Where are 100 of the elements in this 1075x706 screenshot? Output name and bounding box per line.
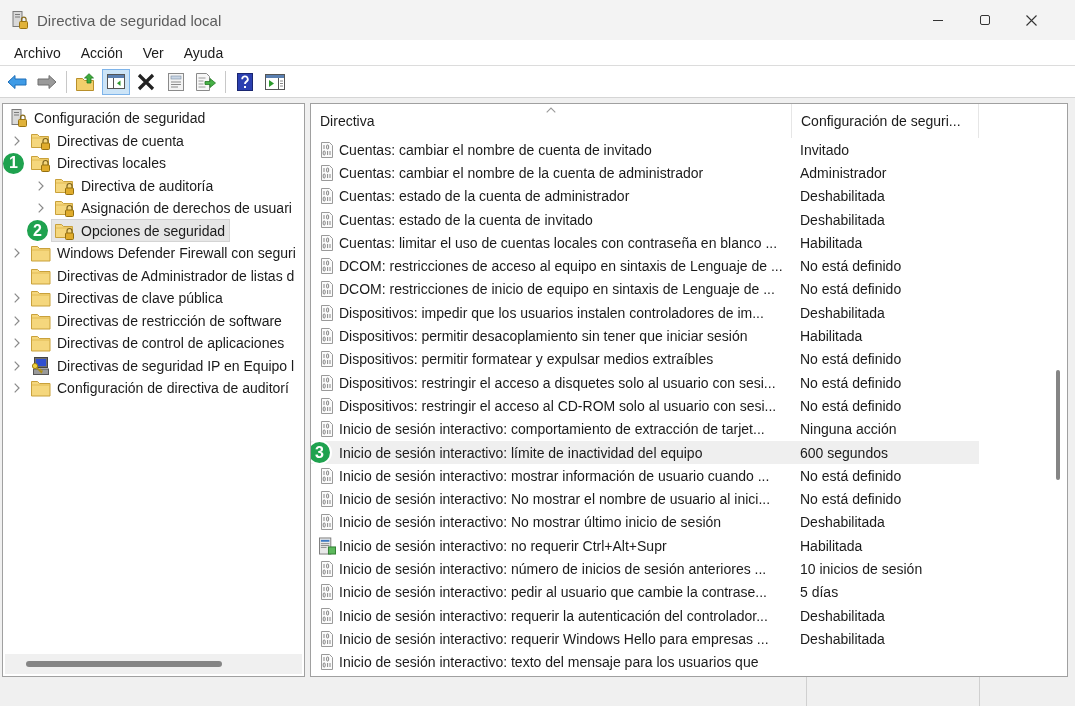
- policy-row[interactable]: Inicio de sesión interactivo: pedir al usuario que cambie la contrase... 5 días: [311, 580, 979, 604]
- locked-folder-icon: [31, 131, 51, 150]
- policy-name: Cuentas: cambiar el nombre de la cuenta de administrador: [339, 164, 704, 181]
- document-tile-icon: [319, 536, 336, 555]
- tree-item[interactable]: Configuración de directiva de auditorí: [27, 376, 294, 400]
- policy-row[interactable]: Dispositivos: impedir que los usuarios instalen controladores de im... Deshabilitada: [311, 301, 979, 325]
- binary-document-icon: [319, 584, 335, 601]
- chevron-right-icon[interactable]: [14, 383, 20, 394]
- server-lock-icon: [12, 11, 28, 29]
- policy-row[interactable]: Cuentas: estado de la cuenta de invitado Deshabilitada: [311, 207, 979, 232]
- chevron-right-icon[interactable]: [14, 360, 20, 371]
- policy-setting: Deshabilitada: [800, 188, 885, 205]
- menu-item[interactable]: Ver: [134, 41, 172, 64]
- policy-row[interactable]: Cuentas: estado de la cuenta de administrador Deshabilitada: [311, 184, 979, 208]
- sort-caret-icon: [546, 107, 556, 113]
- policy-setting: Administrador: [800, 164, 887, 181]
- policy-name: Cuentas: limitar el uso de cuentas locales con contraseña en blanco ...: [339, 234, 778, 251]
- policy-setting: No está definido: [800, 281, 902, 298]
- chevron-right-icon[interactable]: [38, 203, 44, 214]
- folder-icon: [31, 266, 51, 285]
- policy-setting: No está definido: [800, 397, 902, 414]
- policy-row[interactable]: Dispositivos: restringir el acceso al CD-ROM solo al usuario con sesi... No está definido: [311, 394, 979, 418]
- step-marker: 3: [311, 440, 332, 465]
- folder-up-arrow-icon: [76, 72, 96, 91]
- locked-folder-icon: [55, 176, 75, 195]
- policy-row[interactable]: 3 Inicio de sesión interactivo: límite de inactividad del equipo 600 segundos: [311, 440, 979, 465]
- binary-document-icon: [319, 467, 335, 484]
- policy-row[interactable]: Cuentas: limitar el uso de cuentas locales con contraseña en blanco ... Habilitada: [311, 231, 979, 255]
- chevron-right-icon[interactable]: [14, 338, 20, 349]
- folder-icon: [31, 289, 51, 308]
- policy-name: Dispositivos: restringir el acceso al CD-ROM solo al usuario con sesi...: [339, 397, 777, 414]
- menu-item[interactable]: Acción: [72, 41, 131, 64]
- policy-row[interactable]: Inicio de sesión interactivo: mostrar información de usuario cuando ... No está definido: [311, 464, 979, 488]
- policy-row[interactable]: Inicio de sesión interactivo: comportamiento de extracción de tarjet... Ninguna acción: [311, 417, 979, 441]
- window-title: Directiva de seguridad local: [37, 11, 222, 29]
- tree-item[interactable]: Directiva de auditoría: [51, 174, 219, 198]
- menu-item[interactable]: Ayuda: [175, 41, 232, 64]
- policy-setting: No está definido: [800, 258, 902, 275]
- policy-setting: No está definido: [800, 491, 902, 508]
- show-hide-tree-button[interactable]: [102, 68, 130, 95]
- binary-document-icon: [319, 164, 335, 181]
- tree-item[interactable]: Opciones de seguridad: [51, 219, 230, 243]
- chevron-right-icon[interactable]: [38, 180, 44, 191]
- cross-icon: [137, 72, 155, 91]
- policy-setting: Habilitada: [800, 328, 863, 344]
- binary-document-icon: [319, 328, 335, 344]
- policy-name: Inicio de sesión interactivo: no requerir Ctrl+Alt+Supr: [339, 537, 667, 554]
- step-marker: 1: [3, 150, 26, 176]
- policy-row[interactable]: Inicio de sesión interactivo: No mostrar el nombre de usuario al inici... No está definido: [311, 487, 979, 511]
- policy-row[interactable]: Dispositivos: permitir formatear y expulsar medios extraíbles No está definido: [311, 347, 979, 371]
- policy-setting: Ninguna acción: [800, 421, 897, 438]
- policy-setting: No está definido: [800, 467, 902, 484]
- tree-item[interactable]: Configuración de seguridad: [7, 106, 211, 130]
- window-pane-icon: [107, 74, 125, 89]
- close-icon: [1026, 14, 1037, 26]
- tree-item[interactable]: Windows Defender Firewall con seguri: [27, 241, 301, 265]
- chevron-right-icon[interactable]: [14, 315, 20, 326]
- binary-document-icon: [319, 561, 335, 577]
- chevron-right-icon[interactable]: [14, 293, 20, 304]
- policy-row[interactable]: DCOM: restricciones de inicio de equipo en sintaxis de Lenguaje de ... No está definido: [311, 277, 979, 302]
- locked-folder-icon: [55, 199, 75, 218]
- policy-row[interactable]: Cuentas: cambiar el nombre de cuenta de invitado Invitado: [311, 138, 979, 162]
- policy-row[interactable]: Inicio de sesión interactivo: requerir la autenticación del controlador... Deshabilitada: [311, 603, 979, 628]
- tree-item[interactable]: Directivas de seguridad IP en Equipo l: [27, 354, 300, 378]
- step-marker: 2: [25, 218, 50, 244]
- binary-document-icon: [319, 514, 335, 531]
- tree-item[interactable]: Directivas de control de aplicaciones: [27, 331, 290, 355]
- policy-row[interactable]: Inicio de sesión interactivo: requerir Windows Hello para empresas ... Deshabilitada: [311, 627, 979, 651]
- chevron-right-icon[interactable]: [14, 248, 20, 259]
- policy-row[interactable]: Inicio de sesión interactivo: No mostrar último inicio de sesión Deshabilitada: [311, 510, 979, 535]
- folder-icon: [31, 311, 51, 330]
- policy-row[interactable]: Inicio de sesión interactivo: no requerir Ctrl+Alt+Supr Habilitada: [311, 534, 979, 558]
- policy-row[interactable]: Inicio de sesión interactivo: número de inicios de sesión anteriores ... 10 inicios de sesión: [311, 557, 979, 581]
- tree-item[interactable]: Asignación de derechos de usuari: [51, 196, 297, 220]
- binary-document-icon: [319, 188, 335, 205]
- binary-document-icon: [319, 211, 335, 228]
- policy-row[interactable]: Cuentas: cambiar el nombre de la cuenta de administrador Administrador: [311, 161, 979, 185]
- policy-row[interactable]: Dispositivos: permitir desacoplamiento sin tener que iniciar sesión Habilitada: [311, 324, 979, 348]
- tree-item[interactable]: Directivas de clave pública: [27, 286, 228, 310]
- tree-item[interactable]: Directivas de Administrador de listas d: [27, 264, 300, 288]
- horizontal-scrollbar[interactable]: [5, 654, 302, 674]
- scroll-thumb[interactable]: [26, 661, 222, 667]
- policy-row[interactable]: Inicio de sesión interactivo: texto del mensaje para los usuarios que: [311, 650, 979, 674]
- menu-item[interactable]: Archivo: [6, 41, 69, 64]
- binary-document-icon: [319, 304, 335, 321]
- tree-item[interactable]: Directivas de cuenta: [27, 129, 189, 153]
- policy-setting: No está definido: [800, 351, 902, 368]
- server-lock-icon: [11, 109, 27, 128]
- chevron-right-icon[interactable]: [14, 135, 20, 146]
- tree-item[interactable]: Directivas locales: [27, 151, 171, 175]
- locked-folder-icon: [55, 221, 75, 240]
- policy-name: Inicio de sesión interactivo: comportamiento de extracción de tarjet...: [339, 421, 765, 438]
- binary-document-icon: [319, 397, 335, 414]
- scroll-thumb[interactable]: [1056, 370, 1060, 480]
- binary-document-icon: [319, 630, 335, 647]
- tree-item[interactable]: Directivas de restricción de software: [27, 309, 287, 333]
- binary-document-icon: [319, 654, 335, 671]
- policy-row[interactable]: Dispositivos: restringir el acceso a disquetes solo al usuario con sesi... No está definido: [311, 370, 979, 395]
- policy-row[interactable]: DCOM: restricciones de acceso al equipo en sintaxis de Lenguaje de ... No está definido: [311, 254, 979, 278]
- policy-name: Inicio de sesión interactivo: No mostrar el nombre de usuario al inici...: [339, 491, 771, 508]
